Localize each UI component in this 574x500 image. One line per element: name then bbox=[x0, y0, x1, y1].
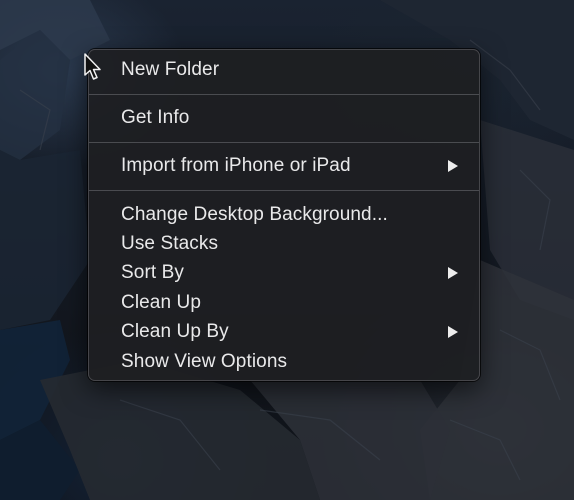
menu-item-label: Clean Up By bbox=[121, 320, 229, 342]
chevron-right-icon bbox=[448, 266, 458, 279]
menu-item-label: New Folder bbox=[121, 58, 220, 80]
menu-item-change-desktop-background[interactable]: Change Desktop Background... bbox=[89, 200, 479, 229]
menu-item-label: Change Desktop Background... bbox=[121, 203, 388, 225]
menu-item-label: Show View Options bbox=[121, 350, 288, 372]
menu-item-clean-up-by[interactable]: Clean Up By bbox=[89, 317, 479, 346]
menu-separator bbox=[89, 94, 479, 95]
menu-item-sort-by[interactable]: Sort By bbox=[89, 258, 479, 287]
menu-item-get-info[interactable]: Get Info bbox=[89, 103, 479, 132]
menu-separator bbox=[89, 190, 479, 191]
chevron-right-icon bbox=[448, 159, 458, 172]
menu-item-label: Import from iPhone or iPad bbox=[121, 154, 351, 176]
menu-separator bbox=[89, 142, 479, 143]
menu-item-clean-up[interactable]: Clean Up bbox=[89, 288, 479, 317]
chevron-right-icon bbox=[448, 325, 458, 338]
menu-item-new-folder[interactable]: New Folder bbox=[89, 55, 479, 84]
menu-item-label: Use Stacks bbox=[121, 232, 219, 254]
desktop-context-menu: New Folder Get Info Import from iPhone o… bbox=[88, 49, 480, 381]
menu-item-show-view-options[interactable]: Show View Options bbox=[89, 347, 479, 376]
menu-item-label: Get Info bbox=[121, 106, 190, 128]
mouse-pointer-icon bbox=[83, 53, 105, 88]
menu-item-label: Sort By bbox=[121, 261, 184, 283]
menu-item-use-stacks[interactable]: Use Stacks bbox=[89, 229, 479, 258]
menu-item-label: Clean Up bbox=[121, 291, 202, 313]
menu-item-import-from-iphone[interactable]: Import from iPhone or iPad bbox=[89, 151, 479, 180]
